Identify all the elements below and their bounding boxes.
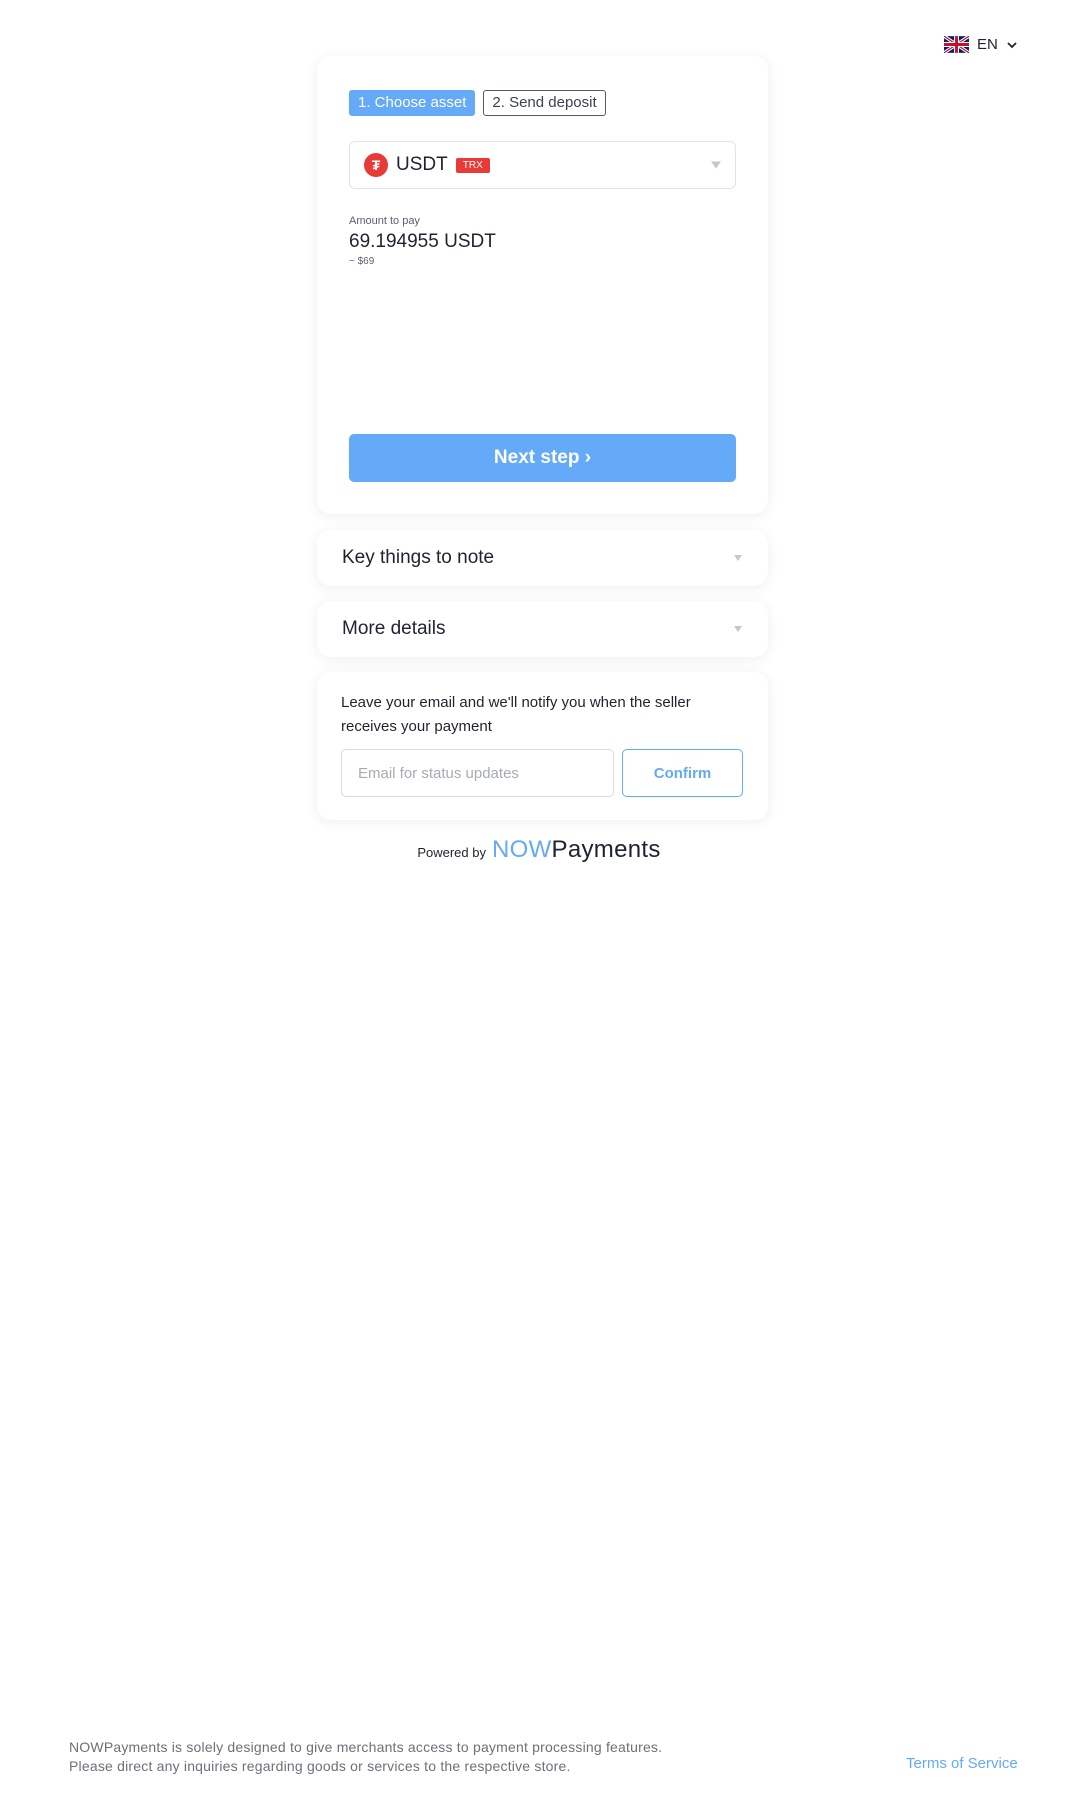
email-form: Confirm	[341, 749, 744, 797]
step-choose-asset[interactable]: 1. Choose asset	[349, 90, 476, 116]
step-send-deposit[interactable]: 2. Send deposit	[483, 90, 606, 116]
accordion-key-things[interactable]: Key things to note	[317, 530, 768, 586]
step-tabs: 1. Choose asset 2. Send deposit	[349, 90, 736, 116]
footer-line: NOWPayments is solely designed to give m…	[69, 1739, 663, 1755]
language-selector[interactable]: EN	[944, 36, 1018, 53]
accordion-more-details[interactable]: More details	[317, 601, 768, 657]
payment-card: 1. Choose asset 2. Send deposit ₮ USDT T…	[317, 56, 768, 514]
footer-line: Please direct any inquiries regarding go…	[69, 1758, 571, 1774]
network-badge: TRX	[455, 157, 490, 173]
accordion-title: More details	[342, 618, 446, 639]
chevron-down-icon	[1007, 41, 1017, 48]
amount-value: 69.194955 USDT	[349, 231, 496, 252]
terms-of-service-link[interactable]: Terms of Service	[906, 1755, 1018, 1772]
tether-icon: ₮	[364, 153, 388, 177]
nowpayments-logo[interactable]: NOWPayments	[492, 836, 661, 864]
email-input[interactable]	[341, 749, 614, 797]
powered-by: Powered by NOWPayments	[0, 836, 1078, 864]
dropdown-arrow-icon	[711, 161, 721, 169]
notify-text: Leave your email and we'll notify you wh…	[341, 691, 744, 739]
logo-payments: Payments	[551, 836, 661, 863]
asset-select[interactable]: ₮ USDT TRX	[349, 141, 736, 189]
confirm-button[interactable]: Confirm	[622, 749, 743, 797]
logo-now: NOW	[491, 836, 552, 863]
amount-label: Amount to pay	[349, 215, 420, 227]
language-code: EN	[977, 36, 998, 53]
footer-disclaimer: NOWPayments is solely designed to give m…	[69, 1738, 662, 1776]
amount-fiat: ~ $69	[349, 256, 375, 267]
notify-text-line: Leave your email and we'll notify you wh…	[341, 694, 691, 711]
notify-text-line: receives your payment	[341, 718, 492, 735]
powered-by-label: Powered by	[417, 845, 486, 860]
dropdown-arrow-icon	[734, 626, 742, 632]
accordion-title: Key things to note	[342, 547, 495, 568]
dropdown-arrow-icon	[734, 555, 742, 561]
asset-name: USDT	[396, 154, 448, 175]
email-notify-card: Leave your email and we'll notify you wh…	[317, 672, 768, 820]
next-step-button[interactable]: Next step ›	[349, 434, 736, 482]
uk-flag-icon	[944, 36, 969, 53]
